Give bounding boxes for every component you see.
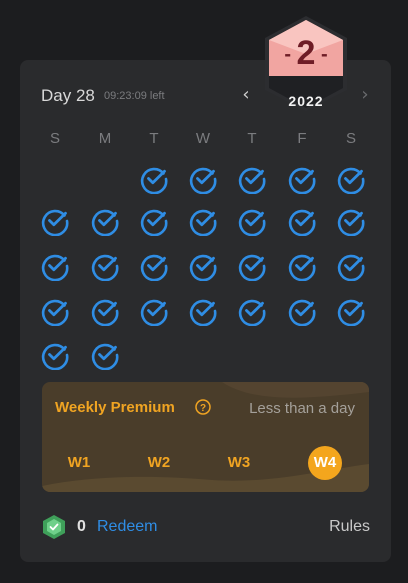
week-w3[interactable]: W3 <box>222 446 256 480</box>
gem-count: 0 <box>77 518 86 535</box>
checked-day-icon <box>336 206 366 236</box>
checked-day-icon <box>139 251 169 281</box>
weekday-tue: T <box>149 130 159 147</box>
week-w4[interactable]: W4 <box>308 446 342 480</box>
day-title: Day 28 <box>41 86 95 105</box>
checked-day-icon <box>237 164 267 194</box>
weekday-wed: W <box>195 130 211 147</box>
checked-day-icon <box>139 164 169 194</box>
rules-link[interactable]: Rules <box>329 518 370 536</box>
weekday-sun: S <box>49 130 60 147</box>
checked-day-icon <box>188 251 218 281</box>
checked-day-icon <box>336 251 366 281</box>
weekly-premium-panel: Weekly Premium ? Less than a day W1 W2 W… <box>42 382 369 492</box>
prev-arrow-icon[interactable]: ‹ <box>238 84 254 106</box>
week-w1[interactable]: W1 <box>62 446 96 480</box>
time-left: 09:23:09 left <box>104 90 165 102</box>
checked-day-icon <box>188 206 218 236</box>
checked-day-icon <box>90 251 120 281</box>
weekday-sat: S <box>345 130 356 147</box>
checked-day-icon <box>336 296 366 326</box>
checked-day-icon <box>237 296 267 326</box>
week-w2[interactable]: W2 <box>142 446 176 480</box>
checked-day-icon <box>287 296 317 326</box>
checked-day-icon <box>40 340 70 370</box>
info-icon[interactable]: ? <box>195 399 211 415</box>
checked-day-icon <box>40 296 70 326</box>
badge-year: 2022 <box>288 93 324 109</box>
premium-status: Less than a day <box>249 400 355 417</box>
premium-title: Weekly Premium <box>55 399 175 416</box>
checked-day-icon <box>188 296 218 326</box>
checked-day-icon <box>188 164 218 194</box>
checked-day-icon <box>336 164 366 194</box>
checked-day-icon <box>90 340 120 370</box>
checked-day-icon <box>139 206 169 236</box>
checked-day-icon <box>287 206 317 236</box>
next-arrow-icon[interactable]: › <box>357 84 373 106</box>
weekday-mon: M <box>98 130 112 147</box>
weekday-thu: T <box>247 130 257 147</box>
gem-icon <box>43 515 65 539</box>
weekday-fri: F <box>297 130 307 147</box>
checked-day-icon <box>237 251 267 281</box>
checked-day-icon <box>287 251 317 281</box>
redeem-link[interactable]: Redeem <box>97 518 157 536</box>
checked-day-icon <box>287 164 317 194</box>
checked-day-icon <box>90 206 120 236</box>
checked-day-icon <box>40 206 70 236</box>
checked-day-icon <box>237 206 267 236</box>
badge-number: - 2 - <box>284 34 328 72</box>
checked-day-icon <box>90 296 120 326</box>
svg-text:?: ? <box>200 403 206 414</box>
year-badge: - 2 - 2022 <box>261 14 351 112</box>
checked-day-icon <box>139 296 169 326</box>
checked-day-icon <box>40 251 70 281</box>
